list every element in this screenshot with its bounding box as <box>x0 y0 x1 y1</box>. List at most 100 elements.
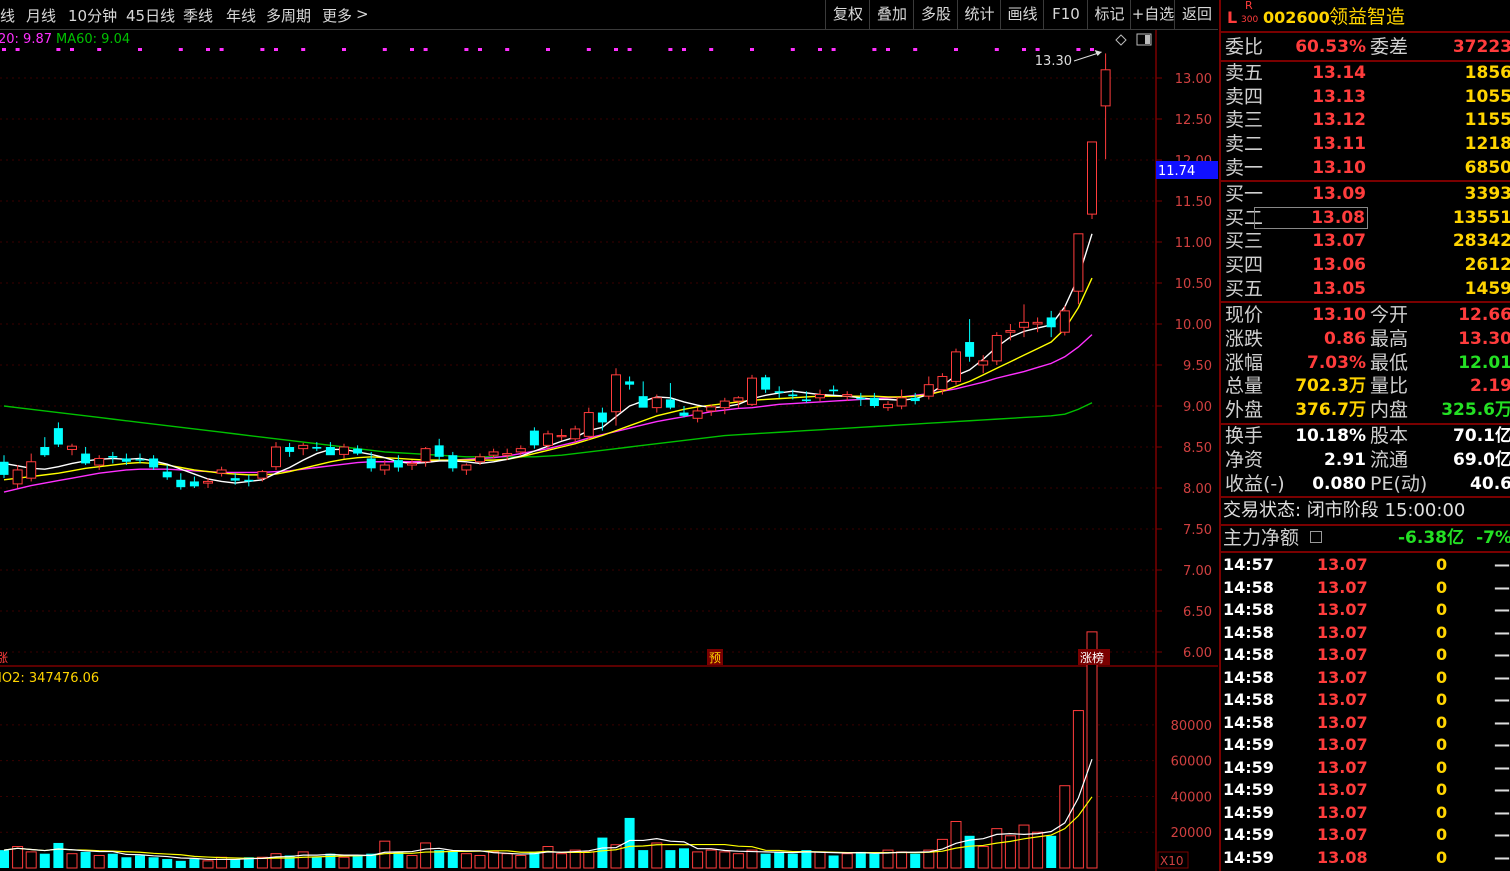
candle-down[interactable] <box>910 397 920 402</box>
candle-up[interactable] <box>896 397 907 407</box>
period-tab-7[interactable]: 更多 <box>322 5 352 26</box>
toolbar-button-1[interactable]: 叠加 <box>869 0 914 29</box>
period-tab-0[interactable]: 线 <box>0 5 15 26</box>
candle-down[interactable] <box>638 396 648 408</box>
candle-down[interactable] <box>230 478 240 481</box>
candle-down[interactable] <box>801 399 811 402</box>
candle-up[interactable] <box>692 410 703 419</box>
candle-up[interactable] <box>26 461 37 479</box>
period-tab-1[interactable]: 月线 <box>26 5 56 26</box>
candle-down[interactable] <box>366 458 376 469</box>
buy-price[interactable]: 13.05 <box>1312 277 1366 301</box>
candle-down[interactable] <box>625 381 635 385</box>
candle-down[interactable] <box>529 430 539 446</box>
candle-up[interactable] <box>339 446 349 455</box>
candle-down[interactable] <box>189 481 199 487</box>
candle-up[interactable] <box>747 377 757 405</box>
sell-price[interactable]: 13.13 <box>1312 85 1366 109</box>
candle-up[interactable] <box>94 457 105 466</box>
kline-chart[interactable]: 13.0012.5012.0011.5011.0010.5010.009.509… <box>0 30 1218 871</box>
candle-up[interactable] <box>216 469 227 474</box>
candle-up[interactable] <box>611 374 621 413</box>
candle-down[interactable] <box>393 460 403 468</box>
candle-up[interactable] <box>937 375 948 391</box>
candle-down[interactable] <box>285 447 295 452</box>
candle-up[interactable] <box>978 360 989 366</box>
detail-icon[interactable] <box>1310 531 1322 543</box>
candle-up[interactable] <box>1059 310 1070 333</box>
candle-up[interactable] <box>203 480 213 484</box>
candle-up[interactable] <box>570 428 581 440</box>
period-tab-3[interactable]: 45日线 <box>126 5 175 26</box>
candle-down[interactable] <box>0 461 9 475</box>
candle-up[interactable] <box>379 464 390 471</box>
candle-up[interactable] <box>420 448 431 463</box>
sell-price[interactable]: 13.14 <box>1312 61 1366 85</box>
candle-up[interactable] <box>67 445 77 450</box>
toolbar-button-8[interactable]: 返回 <box>1174 0 1219 29</box>
candle-down[interactable] <box>53 428 63 445</box>
candle-up[interactable] <box>815 394 825 399</box>
candle-up[interactable] <box>1032 321 1043 325</box>
candle-up[interactable] <box>543 433 553 446</box>
candle-down[interactable] <box>965 342 975 357</box>
candle-up[interactable] <box>706 406 717 412</box>
candle-up[interactable] <box>461 464 472 471</box>
candle-up[interactable] <box>733 397 744 402</box>
candle-up[interactable] <box>257 471 268 479</box>
buy-price[interactable]: 13.07 <box>1312 229 1366 253</box>
toolbar-button-5[interactable]: F10 <box>1043 0 1088 29</box>
candle-up[interactable] <box>515 448 526 453</box>
candle-down[interactable] <box>81 453 91 464</box>
candle-down[interactable] <box>829 389 839 392</box>
candle-up[interactable] <box>583 412 594 437</box>
candle-up[interactable] <box>407 462 417 466</box>
candle-down[interactable] <box>761 377 771 390</box>
toolbar-button-7[interactable]: +自选 <box>1130 0 1175 29</box>
candle-up[interactable] <box>1019 321 1029 328</box>
candle-up[interactable] <box>1073 233 1084 292</box>
period-tab-5[interactable]: 年线 <box>226 5 256 26</box>
candle-down[interactable] <box>788 394 798 397</box>
diamond-icon[interactable] <box>1115 34 1127 46</box>
sell-price[interactable]: 13.12 <box>1312 108 1366 132</box>
candle-down[interactable] <box>40 447 50 456</box>
candle-up[interactable] <box>271 446 281 468</box>
candle-down[interactable] <box>353 448 363 454</box>
candle-down[interactable] <box>869 397 879 406</box>
candle-down[interactable] <box>121 458 131 462</box>
candle-down[interactable] <box>597 412 607 423</box>
candle-down[interactable] <box>312 447 322 449</box>
candle-up[interactable] <box>651 397 662 409</box>
candle-up[interactable] <box>719 400 730 409</box>
candle-up[interactable] <box>991 334 1002 362</box>
buy-price[interactable]: 13.08 <box>1254 206 1368 229</box>
candle-up[interactable] <box>1100 69 1111 107</box>
candle-down[interactable] <box>244 479 254 482</box>
chevron-right-icon[interactable]: > <box>356 5 369 23</box>
toolbar-button-6[interactable]: 标记 <box>1087 0 1131 29</box>
candle-down[interactable] <box>434 445 444 457</box>
sell-price[interactable]: 13.10 <box>1312 156 1366 180</box>
candle-down[interactable] <box>856 397 866 400</box>
buy-price[interactable]: 13.06 <box>1312 253 1366 277</box>
toolbar-button-3[interactable]: 统计 <box>957 0 1001 29</box>
candle-up[interactable] <box>1005 330 1016 333</box>
sell-price[interactable]: 13.11 <box>1312 132 1366 156</box>
period-tab-6[interactable]: 多周期 <box>266 5 311 26</box>
candle-up[interactable] <box>475 456 485 463</box>
toolbar-button-4[interactable]: 画线 <box>1000 0 1044 29</box>
toolbar-button-2[interactable]: 多股 <box>913 0 958 29</box>
candle-up[interactable] <box>842 394 853 397</box>
candle-up[interactable] <box>12 469 23 485</box>
candle-down[interactable] <box>108 456 118 458</box>
candle-down[interactable] <box>176 479 186 488</box>
candle-up[interactable] <box>502 453 513 456</box>
candle-down[interactable] <box>135 459 145 461</box>
candle-down[interactable] <box>679 412 689 416</box>
period-tab-4[interactable]: 季线 <box>183 5 213 26</box>
candle-down[interactable] <box>665 399 675 408</box>
candle-up[interactable] <box>923 384 934 397</box>
candle-down[interactable] <box>149 458 159 468</box>
toolbar-button-0[interactable]: 复权 <box>825 0 870 29</box>
